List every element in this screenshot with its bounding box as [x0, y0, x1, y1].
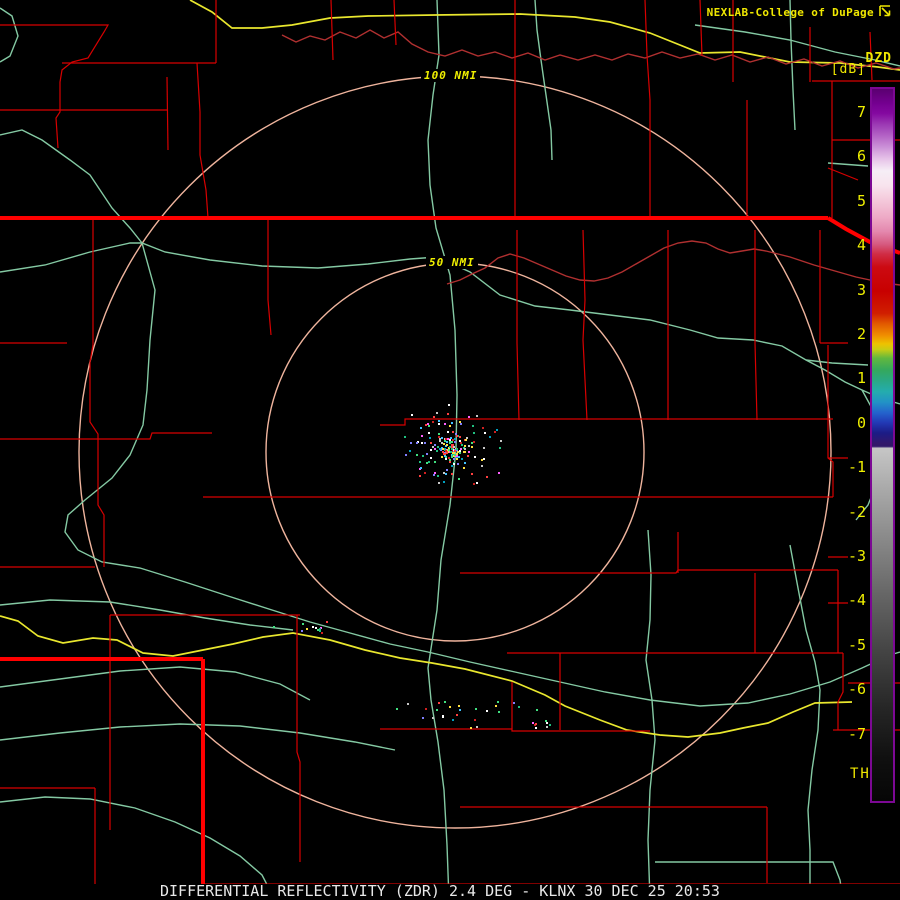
color-scale-tick: 4: [856, 236, 866, 255]
map-line-county: [196, 62, 209, 219]
map-line-hwy: [0, 615, 853, 738]
map-line-road: [0, 7, 19, 63]
map-line-road: [789, 0, 796, 131]
map-line-road: [0, 666, 311, 701]
color-scale-tick: 7: [856, 103, 866, 121]
status-bar-text: DIFFERENTIAL REFLECTIVITY (ZDR) 2.4 DEG …: [160, 882, 720, 900]
map-line-road: [0, 723, 396, 751]
map-line-road: [0, 129, 143, 244]
color-scale-bar: [870, 87, 895, 803]
map-line-county: [89, 218, 105, 567]
color-scale-tick: 3: [856, 280, 866, 299]
map-line-road: [645, 529, 656, 900]
color-scale-tick: -6: [847, 680, 866, 699]
color-scale-tick: -3: [847, 547, 866, 565]
radar-map-canvas[interactable]: [0, 0, 900, 900]
color-scale-tick: -4: [847, 591, 866, 610]
range-ring-label-100nmi: 100 NMI: [421, 69, 481, 82]
color-scale-tick: -2: [847, 502, 866, 521]
map-line-county: [516, 230, 520, 421]
map-line-road: [427, 651, 900, 707]
color-scale-tick: 6: [856, 147, 866, 166]
map-line-county: [0, 432, 212, 440]
map-line-county: [393, 0, 397, 46]
map-line-road: [534, 0, 553, 161]
status-bar: DIFFERENTIAL REFLECTIVITY (ZDR) 2.4 DEG …: [0, 884, 900, 900]
color-scale-tick: -7: [847, 724, 866, 743]
map-line-county: [699, 0, 703, 57]
range-ring-label-50nmi: 50 NMI: [426, 256, 478, 269]
color-scale-tick: 1: [856, 369, 866, 388]
map-line-county: [582, 229, 588, 421]
color-scale-tick: -5: [847, 635, 866, 654]
map-line-county: [380, 418, 833, 426]
map-line-road: [64, 242, 429, 653]
map-line-county: [754, 230, 758, 421]
color-scale-tick: 0: [856, 413, 866, 432]
threshold-label: TH: [850, 766, 871, 782]
color-scale-tick: 5: [856, 191, 866, 210]
color-scale-tick: -1: [847, 458, 866, 477]
map-line-county: [267, 218, 272, 336]
page-title: NEXLAB-College of DuPage: [706, 6, 874, 19]
map-line-county: [460, 569, 838, 574]
map-launch-arrow-icon[interactable]: [878, 4, 893, 19]
map-line-county: [296, 615, 301, 862]
map-line-county: [0, 24, 110, 149]
map-line-county: [380, 728, 650, 732]
map-line-county: [330, 0, 334, 61]
units-label: [dB]: [830, 62, 866, 77]
radar-viewer: 100 NMI 50 NMI NEXLAB-College of DuPage …: [0, 0, 900, 900]
map-line-county: [166, 76, 169, 151]
product-code-label: DZD: [865, 51, 892, 66]
color-scale-tick: 2: [856, 325, 866, 343]
